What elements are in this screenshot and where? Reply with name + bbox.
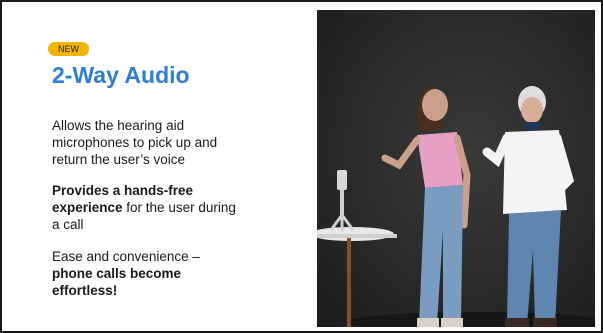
photo-two-women-phone-tripod	[317, 10, 595, 327]
bullet-voice-pickup-text: Allows the hearing aid microphones to pi…	[52, 118, 218, 167]
bullet-voice-pickup: Allows the hearing aid microphones to pi…	[52, 117, 242, 168]
bullet-convenience-text: Ease and convenience –	[52, 249, 200, 264]
slide-title: 2-Way Audio	[52, 62, 190, 88]
floor-shadow	[347, 312, 595, 327]
bullet-convenience: Ease and convenience – phone calls becom…	[52, 248, 242, 299]
older-woman	[482, 86, 575, 327]
bullet-hands-free: Provides a hands-free experience for the…	[52, 182, 242, 233]
new-badge: NEW	[48, 42, 89, 56]
phone-tripod	[329, 170, 355, 231]
slide: NEW 2-Way Audio Allows the hearing aid m…	[0, 0, 603, 333]
bullet-convenience-bold: phone calls become effortless!	[52, 266, 182, 298]
young-woman	[381, 86, 471, 327]
round-table	[317, 227, 397, 327]
